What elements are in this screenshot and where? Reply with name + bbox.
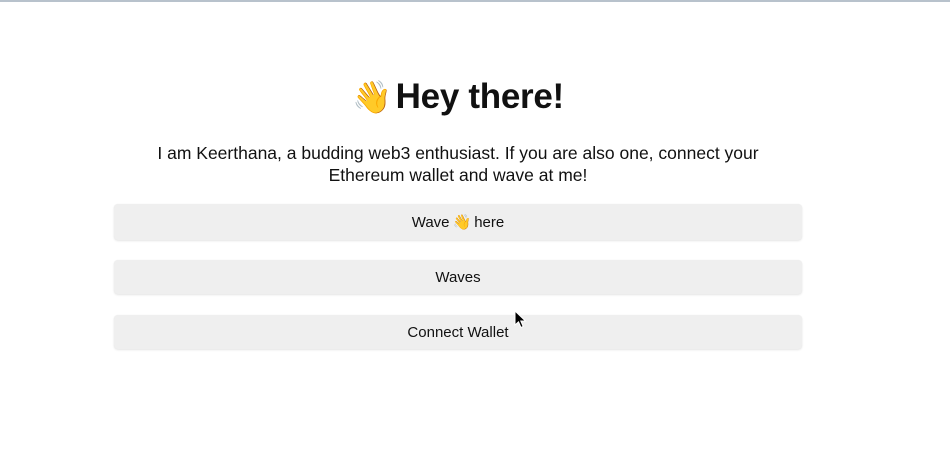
page-title-text: Hey there! <box>395 77 564 116</box>
page-title: 👋 Hey there! <box>0 74 916 120</box>
waving-hand-icon: 👋 <box>352 79 392 115</box>
waving-hand-icon: 👋 <box>452 214 472 231</box>
waves-button-label: Waves <box>435 268 481 286</box>
mouse-pointer-icon <box>514 310 527 329</box>
connect-wallet-button-label: Connect Wallet <box>407 323 509 341</box>
bio-text: I am Keerthana, a budding web3 enthusias… <box>157 143 759 185</box>
wave-button-label: Wave <box>411 213 450 231</box>
wave-button[interactable]: Wave 👋 here <box>114 204 802 240</box>
main-container: 👋 Hey there! I am Keerthana, a budding we… <box>0 0 950 472</box>
wave-button-label-suffix: here <box>474 213 505 231</box>
waves-button[interactable]: Waves <box>114 260 802 294</box>
connect-wallet-button[interactable]: Connect Wallet <box>114 315 802 349</box>
